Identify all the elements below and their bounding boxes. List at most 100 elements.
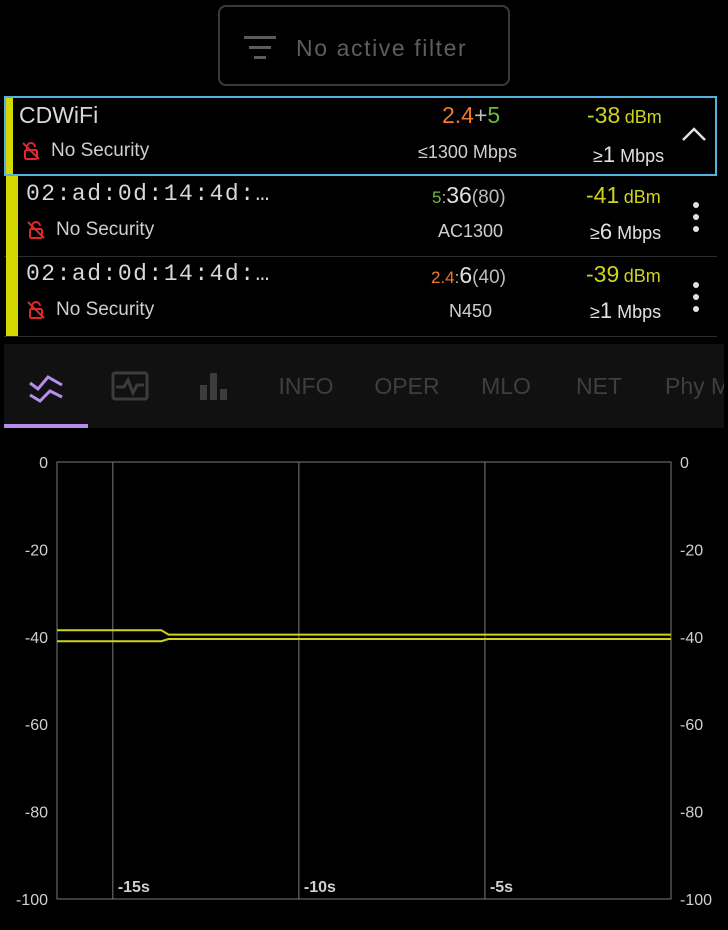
signal-unit: dBm: [624, 107, 662, 127]
filter-button[interactable]: No active filter: [218, 5, 510, 86]
active-tab-indicator: [4, 424, 88, 428]
plot-frame: [56, 461, 672, 900]
channel-label: 5:36(80): [432, 182, 506, 208]
access-point-row[interactable]: 02:ad:0d:14:4d:… No Security 2.4:6(40) N…: [4, 256, 717, 337]
signal-unit: dBm: [623, 187, 661, 207]
channel-value: 6: [459, 262, 473, 288]
band-label: 2.4+5: [442, 102, 500, 129]
rate-value: 1: [599, 298, 613, 323]
tab-label: OPER: [374, 372, 440, 399]
unlocked-icon: [27, 301, 45, 319]
security-label: No Security: [56, 299, 155, 320]
security-row: No Security: [21, 140, 149, 162]
tab-label: INFO: [278, 372, 334, 399]
tab-net[interactable]: NET: [557, 344, 641, 428]
rate-prefix: ≥: [590, 223, 600, 243]
tab-bar: INFO OPER MLO NET Phy M: [4, 344, 724, 428]
tab-label: MLO: [481, 372, 531, 399]
rate-unit: Mbps: [612, 223, 662, 243]
y-tick-label-right: -40: [680, 630, 703, 647]
y-tick-label-right: -20: [680, 542, 703, 559]
y-tick-label-left: -40: [25, 630, 48, 647]
signal-series-line: [57, 629, 671, 636]
channel-width: (40): [472, 267, 506, 288]
channel-label: 2.4:6(40): [431, 262, 506, 288]
y-tick-label-right: 0: [680, 455, 689, 472]
y-tick-label-left: -60: [25, 717, 48, 734]
network-group-header[interactable]: CDWiFi No Security 2.4+5 ≤1300 Mbps -38 …: [4, 96, 717, 176]
min-rate: ≥6 Mbps: [590, 219, 661, 245]
x-axis-labels: -15s -10s -5s: [118, 879, 513, 896]
tab-oper[interactable]: OPER: [359, 344, 455, 428]
y-axis-labels: 0 0 -20 -20 -40 -40 -60 -60 -80 -80 -100 -100: [16, 455, 712, 909]
signal-value: -39: [586, 261, 620, 287]
filter-icon: [244, 34, 276, 62]
tab-mlo[interactable]: MLO: [462, 344, 550, 428]
signal-history-chart: 0 0-20 -20-40 -40-60 -60-80 -80-100 -100 -15s -…: [16, 455, 712, 909]
band-plus: +: [473, 102, 488, 128]
min-rate-unit: Mbps: [615, 146, 665, 166]
tab-monitor[interactable]: [88, 344, 172, 428]
chart-series: [57, 629, 671, 643]
signal-strength-bar: [6, 176, 18, 256]
x-tick-label: -10s: [304, 879, 336, 896]
y-tick-label-right: -80: [680, 805, 703, 822]
band-2-4: 2.4: [442, 102, 474, 128]
rate-prefix: ≥: [590, 302, 600, 322]
wifi-standard: AC1300: [438, 221, 504, 241]
security-row: No Security: [26, 219, 154, 241]
chevron-up-icon[interactable]: [681, 126, 707, 142]
signal-dbm: -39 dBm: [586, 261, 661, 288]
tab-signal-history[interactable]: [4, 344, 88, 428]
pulse-monitor-icon: [111, 371, 149, 401]
y-tick-label-right: -100: [680, 892, 712, 909]
tab-channels[interactable]: [172, 344, 256, 428]
tab-label: NET: [576, 372, 622, 399]
rate-value: 6: [599, 219, 613, 244]
rate-unit: Mbps: [612, 302, 662, 322]
ssid-label: CDWiFi: [19, 102, 99, 128]
security-label: No Security: [56, 219, 155, 240]
min-rate: ≥1 Mbps: [590, 298, 661, 324]
y-tick-label-left: -100: [16, 892, 48, 909]
signal-dbm: -38 dBm: [587, 102, 662, 129]
channel-value: 36: [446, 182, 472, 208]
more-options-icon[interactable]: [693, 282, 699, 312]
filter-label: No active filter: [296, 35, 468, 61]
max-rate: ≤1300 Mbps: [418, 142, 517, 162]
band-value: 2.4: [431, 268, 455, 287]
channel-width: (80): [471, 187, 506, 208]
tab-info[interactable]: INFO: [259, 344, 353, 428]
signal-history-icon: [29, 375, 63, 403]
bssid-label: 02:ad:0d:14:4d:…: [26, 261, 271, 287]
security-label: No Security: [51, 140, 150, 161]
x-tick-label: -5s: [490, 879, 513, 896]
bssid-label: 02:ad:0d:14:4d:…: [26, 181, 271, 207]
more-options-icon[interactable]: [693, 202, 699, 232]
signal-strength-bar: [6, 98, 13, 174]
signal-value: -41: [586, 182, 620, 208]
band-5: 5: [487, 102, 501, 128]
wifi-standard: N450: [449, 301, 493, 321]
unlocked-icon: [27, 221, 45, 239]
signal-series-line: [57, 638, 671, 643]
access-point-row[interactable]: 02:ad:0d:14:4d:… No Security 5:36(80) AC…: [4, 176, 717, 257]
security-row: No Security: [26, 299, 154, 321]
bar-chart-icon: [200, 373, 227, 400]
y-tick-label-left: -80: [25, 805, 48, 822]
y-tick-label-left: -20: [25, 542, 48, 559]
min-rate: ≥1 Mbps: [593, 142, 664, 168]
chart-grid: [56, 461, 672, 900]
min-rate-prefix: ≥: [593, 146, 603, 166]
y-tick-label-left: 0: [39, 455, 48, 472]
tab-label: Phy M: [665, 372, 724, 399]
tab-phy[interactable]: Phy M: [665, 344, 724, 428]
signal-strength-bar: [6, 256, 18, 336]
signal-value: -38: [587, 102, 621, 128]
signal-unit: dBm: [623, 266, 661, 286]
x-tick-label: -15s: [118, 879, 150, 896]
signal-dbm: -41 dBm: [586, 182, 661, 209]
min-rate-value: 1: [602, 142, 616, 167]
unlocked-icon: [22, 142, 40, 160]
y-tick-label-right: -60: [680, 717, 703, 734]
